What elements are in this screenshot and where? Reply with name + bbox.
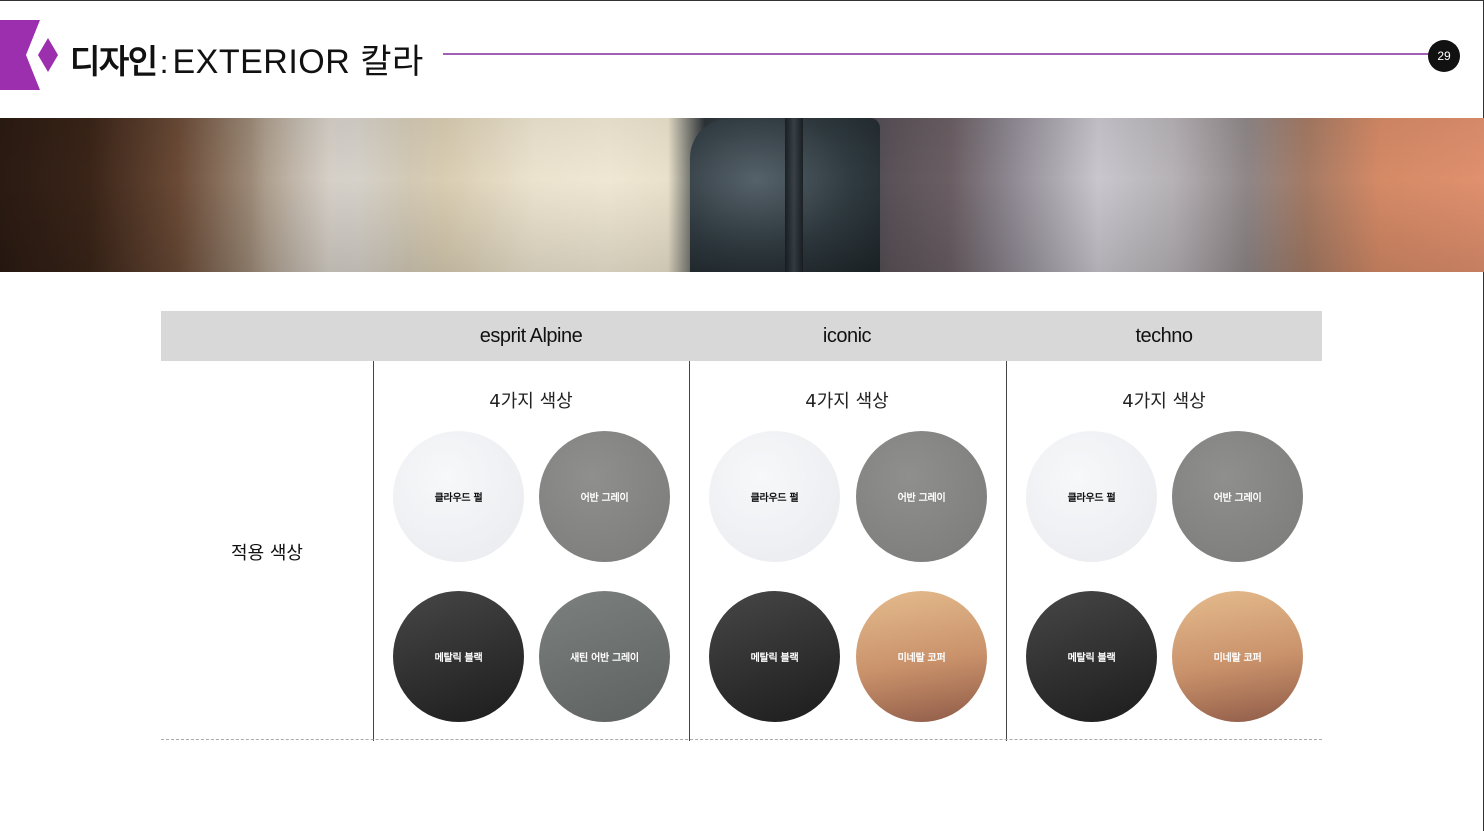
column-title-iconic: iconic [822, 324, 872, 347]
leather-color-samples-image [0, 118, 1484, 272]
column-divider [373, 361, 374, 741]
brand-chevron-icon [0, 20, 58, 90]
color-table: esprit Alpine iconic techno 적용 색상 4가지 색상… [161, 311, 1322, 741]
swatch-metallic-black: 메탈릭 블랙 [709, 591, 840, 722]
swatch-urban-gray: 어반 그레이 [1172, 431, 1303, 562]
table-header: esprit Alpine iconic techno [161, 311, 1322, 361]
title-divider [443, 53, 1443, 55]
swatch-urban-gray: 어반 그레이 [539, 431, 670, 562]
swatch-mineral-copper: 미네랄 코퍼 [856, 591, 987, 722]
page-title-light: EXTERIOR 칼라 [172, 43, 424, 81]
swatch-cloud-pearl: 클라우드 펄 [393, 431, 524, 562]
swatch-cloud-pearl: 클라우드 펄 [709, 431, 840, 562]
page-title-bold: 디자인 [70, 42, 158, 81]
column-title-techno: techno [1135, 324, 1193, 347]
column-divider [1006, 361, 1007, 741]
column-divider [689, 361, 690, 741]
table-bottom-border [161, 739, 1322, 740]
banner-shade [0, 118, 1484, 272]
swatch-mineral-copper: 미네랄 코퍼 [1172, 591, 1303, 722]
page-title-colon: : [159, 44, 169, 80]
page-number-badge: 29 [1428, 40, 1460, 72]
column-title-esprit-alpine: esprit Alpine [479, 324, 583, 347]
page-title: 디자인 : EXTERIOR 칼라 [70, 34, 424, 81]
color-count-label: 4가지 색상 [489, 391, 573, 412]
swatch-urban-gray: 어반 그레이 [856, 431, 987, 562]
swatch-satin-urban-gray: 새틴 어반 그레이 [539, 591, 670, 722]
swatch-metallic-black: 메탈릭 블랙 [1026, 591, 1157, 722]
color-count-label: 4가지 색상 [1122, 391, 1206, 412]
swatch-cloud-pearl: 클라우드 펄 [1026, 431, 1157, 562]
row-label-applied-colors: 적용 색상 [231, 543, 303, 564]
color-count-label: 4가지 색상 [805, 391, 889, 412]
swatch-metallic-black: 메탈릭 블랙 [393, 591, 524, 722]
